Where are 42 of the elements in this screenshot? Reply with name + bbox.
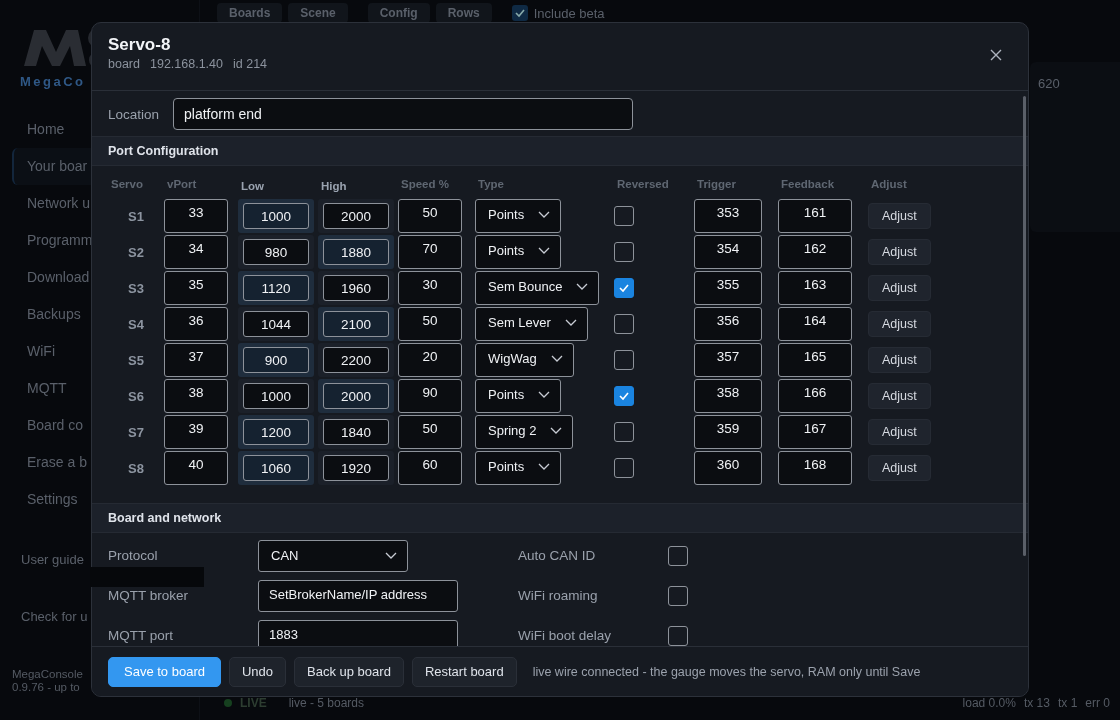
- option-label: WiFi roaming: [518, 589, 598, 603]
- servo-label: S6: [127, 388, 145, 404]
- servo-label: S5: [127, 352, 145, 368]
- status-message: live wire connected - the gauge moves the servo, RAM only until Save: [532, 664, 921, 679]
- column-header: Adjust: [870, 178, 908, 192]
- servo-label: S4: [127, 316, 145, 332]
- status-stat: load 0.0%: [962, 696, 1016, 710]
- column-header: Reversed: [616, 178, 670, 192]
- board-meta: id 214: [233, 57, 268, 71]
- option-label: Auto CAN ID: [518, 549, 596, 563]
- servo-label: S2: [127, 244, 145, 260]
- version-text: MegaConsole: [12, 668, 83, 681]
- servo-label: S8: [127, 460, 145, 476]
- servo-label: S1: [127, 208, 145, 224]
- column-header: Speed %: [400, 178, 450, 192]
- location-label: Location: [108, 106, 160, 122]
- field-label: Protocol: [108, 549, 158, 563]
- servo-label: S3: [127, 280, 145, 296]
- column-header: Feedback: [780, 178, 836, 192]
- field-label: MQTT broker: [108, 589, 188, 603]
- board-meta: 192.168.1.40: [150, 57, 223, 71]
- option-label: WiFi boot delay: [518, 629, 612, 643]
- board-meta: board: [108, 57, 140, 71]
- column-header: Low: [240, 180, 265, 194]
- field-label: MQTT port: [108, 629, 173, 643]
- logo-text: MegaCo: [20, 74, 87, 89]
- status-stat: tx 1: [1057, 696, 1078, 710]
- card-text: 620: [1038, 76, 1060, 91]
- section-title: Port Configuration: [108, 144, 219, 158]
- column-header: vPort: [166, 178, 198, 192]
- status-stat: err 0: [1085, 696, 1110, 710]
- version-text: 0.9.76 - up to: [12, 681, 80, 694]
- column-header: Trigger: [696, 178, 737, 192]
- column-header: Type: [477, 178, 505, 192]
- section-title: Board and network: [108, 511, 222, 525]
- column-header: Servo: [110, 178, 144, 192]
- column-header: High: [320, 180, 348, 194]
- boards-status: live - 5 boards: [288, 696, 365, 710]
- status-stat: tx 13: [1023, 696, 1050, 710]
- include-beta-label: Include beta: [533, 5, 605, 21]
- dialog-title: Servo-8: [108, 35, 172, 55]
- servo-label: S7: [127, 424, 145, 440]
